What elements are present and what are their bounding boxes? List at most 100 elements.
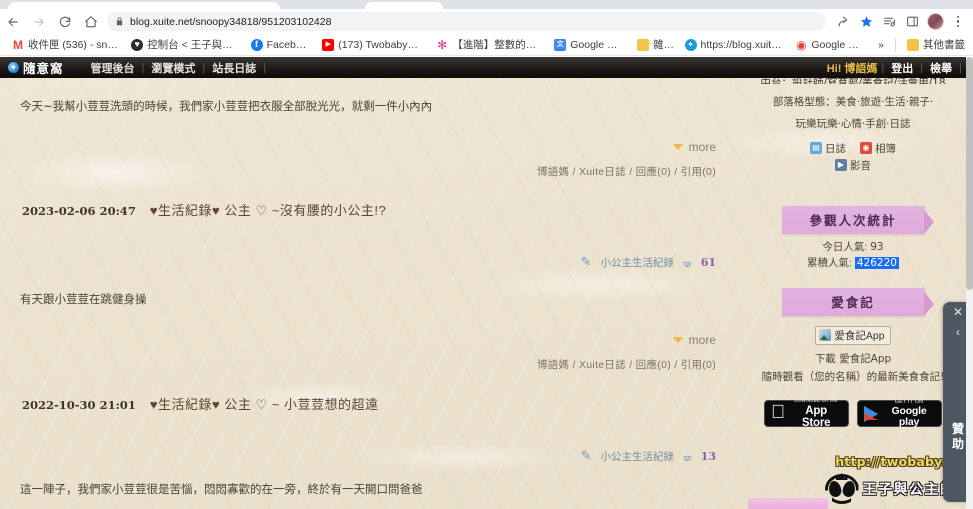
- total-visitors-row: 累積人氣: 426220: [740, 255, 966, 270]
- bookmark-xuite-blog[interactable]: ✦ https://blog.xuite…: [679, 35, 790, 55]
- bookmark-star-icon[interactable]: [855, 11, 877, 33]
- post-footer: ✎ 小公主生活紀錄 🝦 61: [0, 249, 716, 275]
- chevron-down-icon: [672, 144, 683, 150]
- scrollbar-thumb[interactable]: [966, 57, 973, 290]
- home-icon[interactable]: [78, 9, 104, 34]
- post-category-link[interactable]: 小公主生活紀錄: [600, 449, 674, 464]
- sidebar-link-row-2: ▶ 影音: [740, 158, 966, 173]
- google-play-button[interactable]: GET IT ON Google play: [857, 399, 942, 428]
- kebab-dots: [956, 15, 960, 28]
- forward-icon[interactable]: [26, 9, 52, 34]
- app-store-bottom-label: App Store: [776, 405, 831, 429]
- crown-hearts-logo-icon: [824, 473, 859, 504]
- bookmark-label: Google 翻譯: [570, 39, 626, 51]
- sidebar-link-label: 相簿: [875, 142, 896, 155]
- bookmark-google-translate[interactable]: 文 Google 翻譯: [548, 35, 631, 55]
- divider: [895, 37, 896, 52]
- chevron-down-icon: [672, 337, 683, 343]
- gmail-icon: M: [13, 37, 23, 52]
- bookmarks-overflow-button[interactable]: »: [872, 35, 890, 55]
- pencil-icon: ✎: [580, 254, 592, 269]
- logout-link[interactable]: 登出: [884, 60, 920, 76]
- other-bookmarks-button[interactable]: 其他書籤: [901, 35, 971, 55]
- site-brand[interactable]: ✦ 隨意窩: [0, 58, 64, 77]
- sidebar-link-album[interactable]: ◉ 相簿: [860, 141, 896, 156]
- profile-tags-line-1: 部落格型態：美食·旅遊·生活·親子·: [772, 96, 934, 108]
- sidebar-link-journal[interactable]: ▤ 日誌: [810, 141, 846, 156]
- site-brand-label: 隨意窩: [23, 62, 64, 76]
- avatar: [926, 13, 944, 30]
- reload-icon[interactable]: [52, 9, 78, 34]
- post-view-count: 13: [700, 449, 716, 463]
- bookmark-google-maps[interactable]: ◉ Google 地圖: [789, 35, 872, 55]
- pencil-icon: ✎: [580, 448, 592, 463]
- food-app-title: 愛食記: [782, 287, 934, 316]
- total-visitors-label: 累積人氣:: [807, 256, 855, 269]
- bookmark-label: 【進階】整數的乘…: [452, 39, 543, 51]
- sidebar-link-label: 影音: [850, 159, 871, 172]
- post-excerpt: 這一陣子，我們家小荳荳很是苦惱，悶悶寡歡的在一旁，終於有一天開口問爸爸: [20, 482, 423, 496]
- post-title-link[interactable]: ♥生活紀錄♥ 公主 ♡ ~沒有腰的小公主!?: [150, 200, 386, 219]
- sidebar-link-label: 日誌: [825, 142, 846, 155]
- app-store-badges:  Download on the App Store GET IT ON Go…: [740, 398, 966, 429]
- food-app-broken-image[interactable]: 愛食記App: [815, 325, 891, 345]
- post-more-link[interactable]: more: [0, 140, 716, 154]
- post-excerpt: 今天~我幫小荳荳洗頭的時候，我們家小荳荳把衣服全部脫光光，就剩一件小內內: [20, 99, 433, 113]
- today-visitors-label: 今日人氣:: [822, 240, 871, 253]
- star-flower-icon: ✻: [437, 37, 448, 52]
- report-link[interactable]: 檢舉: [923, 60, 959, 76]
- browser-toolbar: blog.xuite.net/snoopy34818/951203102428: [0, 9, 973, 34]
- overflow-label: »: [878, 38, 884, 51]
- bookmark-youtube[interactable]: ▶ (173) Twobaby王…: [316, 35, 430, 55]
- bookmark-math[interactable]: ✻ 【進階】整數的乘…: [430, 35, 548, 55]
- today-visitors-value: 93: [870, 240, 884, 253]
- chrome-menu-icon[interactable]: [947, 11, 969, 33]
- bookmark-label: https://blog.xuite…: [700, 38, 784, 51]
- bookmark-label: 收件匣 (536) - sno…: [28, 39, 120, 51]
- app-store-top-label: Download on the: [780, 398, 837, 410]
- nav-admin-journal[interactable]: 站長日誌: [205, 60, 263, 76]
- bookmark-xuite-console[interactable]: ♥ 控制台 < 王子與公…: [125, 35, 244, 55]
- bookmark-label: 控制台 < 王子與公…: [147, 39, 239, 51]
- post-list: 今天~我幫小荳荳洗頭的時候，我們家小荳荳把衣服全部脫光光，就剩一件小內內 mor…: [0, 78, 740, 509]
- back-icon[interactable]: [0, 9, 26, 34]
- visitor-stats-title: 參觀人次統計: [782, 205, 934, 234]
- greeting-label: Hi! 博語媽: [826, 62, 878, 75]
- share-icon[interactable]: [832, 11, 854, 33]
- address-bar[interactable]: blog.xuite.net/snoopy34818/951203102428: [107, 12, 826, 31]
- post-meta: 博語媽 / Xuite日誌 / 回應(0) / 引用(0): [536, 166, 716, 178]
- toolbar-actions: [832, 11, 973, 33]
- sidebar-link-video[interactable]: ▶ 影音: [835, 158, 871, 173]
- bookmark-label: Google 地圖: [811, 39, 867, 51]
- bookmark-facebook[interactable]: f Facebook: [245, 35, 317, 55]
- nav-admin-console[interactable]: 管理後台: [84, 60, 142, 76]
- nav-browse-mode[interactable]: 瀏覽模式: [144, 60, 202, 76]
- url-text: blog.xuite.net/snoopy34818/951203102428: [130, 15, 332, 28]
- post-category-link[interactable]: 小公主生活紀錄: [600, 255, 674, 270]
- site-account-area: Hi! 博語媽 | 登出 | 檢舉 |: [823, 60, 966, 76]
- page-scrollbar[interactable]: [966, 57, 973, 509]
- screenshot-root: blog.xuite.net/snoopy34818/951203102428: [0, 0, 973, 509]
- post-title-link[interactable]: ♥生活紀錄♥ 公主 ♡ ~ 小荳荳想的超遠: [150, 394, 379, 413]
- bookmarks-bar: M 收件匣 (536) - sno… ♥ 控制台 < 王子與公… f Faceb…: [0, 34, 973, 56]
- xuite-blue-icon: ✦: [684, 38, 697, 51]
- reading-list-icon[interactable]: [878, 11, 900, 33]
- post-more-link[interactable]: more: [0, 333, 716, 347]
- mug-icon: 🝦: [682, 255, 692, 270]
- post-meta: 博語媽 / Xuite日誌 / 回應(0) / 引用(0): [536, 359, 716, 371]
- divider: |: [263, 61, 267, 74]
- bookmark-folder[interactable]: 雜剩: [631, 35, 679, 55]
- side-panel-icon[interactable]: [901, 11, 923, 33]
- apple-icon: : [771, 403, 785, 422]
- mug-icon: 🝦: [682, 449, 692, 464]
- bookmark-label: 雜剩: [653, 39, 673, 51]
- total-visitors-value-selected[interactable]: 426220: [854, 256, 899, 269]
- page-viewport: ✦ 隨意窩 管理後台 | 瀏覽模式 | 站長日誌 | Hi! 博語媽 | 登出 …: [0, 57, 973, 509]
- video-icon: ▶: [835, 159, 847, 172]
- profile-avatar[interactable]: [924, 11, 946, 33]
- bookmark-gmail[interactable]: M 收件匣 (536) - sno…: [6, 35, 125, 55]
- app-store-button[interactable]:  Download on the App Store: [764, 398, 849, 429]
- google-maps-icon: ◉: [796, 37, 807, 52]
- profile-tags-line-2: 玩樂玩樂·心情·手創·日誌: [795, 117, 911, 130]
- post-excerpt: 有天跟小荳荳在跳健身操: [20, 292, 147, 306]
